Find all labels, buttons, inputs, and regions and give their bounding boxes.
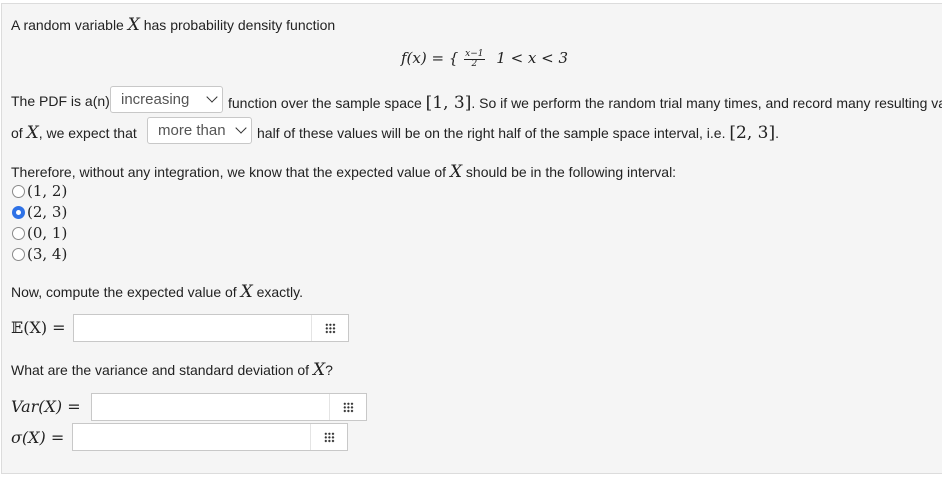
question-panel: A random variable X has probability dens… [1,3,942,474]
radio-option-1-2[interactable]: (1, 2) [12,182,112,202]
radio-option-3-4[interactable]: (3, 4) [12,245,112,265]
variance-prompt: What are the variance and standard devia… [11,360,333,380]
chevron-down-icon [206,91,218,103]
para1-line2-rest: half of these values will be on the righ… [257,123,779,143]
radio-button-selected[interactable] [12,206,25,219]
radio-button[interactable] [12,227,25,240]
variance-input[interactable] [92,394,336,420]
expected-value-input[interactable] [74,315,318,341]
pdf-trend-select[interactable]: increasing [110,86,223,113]
variance-answer [91,393,367,421]
matrix-input-button[interactable] [311,315,348,341]
compute-prompt: Now, compute the expected value of X exa… [11,282,304,302]
para1-line1-rest: function over the sample space [1, 3]. S… [228,93,942,113]
interval-question: Therefore, without any integration, we k… [11,162,677,182]
std-dev-input[interactable] [73,424,317,450]
expected-value-answer [73,314,349,342]
grid-dots-icon [325,323,336,334]
intro-text: A random variable X has probability dens… [11,15,336,35]
matrix-input-button[interactable] [310,424,347,450]
std-dev-answer [72,423,348,451]
grid-dots-icon [343,402,354,413]
para1-line1-pre: The PDF is a(n) [11,93,110,109]
pdf-fraction: x−1 2 [464,48,485,69]
expected-value-label: 𝔼(X) = [11,318,66,337]
variance-label: Var(X) = [11,397,81,416]
pdf-formula: f(x) = { x−1 2 1 < x < 3 [401,48,569,69]
para1-line2-pre: of X, we expect that [11,123,137,143]
chevron-down-icon [235,122,247,134]
matrix-input-button[interactable] [329,394,366,420]
proportion-select[interactable]: more than [147,117,252,144]
radio-option-0-1[interactable]: (0, 1) [12,224,112,244]
radio-option-2-3[interactable]: (2, 3) [12,203,112,223]
grid-dots-icon [324,432,335,443]
radio-button[interactable] [12,248,25,261]
radio-button[interactable] [12,185,25,198]
std-dev-label: σ(X) = [11,428,65,447]
